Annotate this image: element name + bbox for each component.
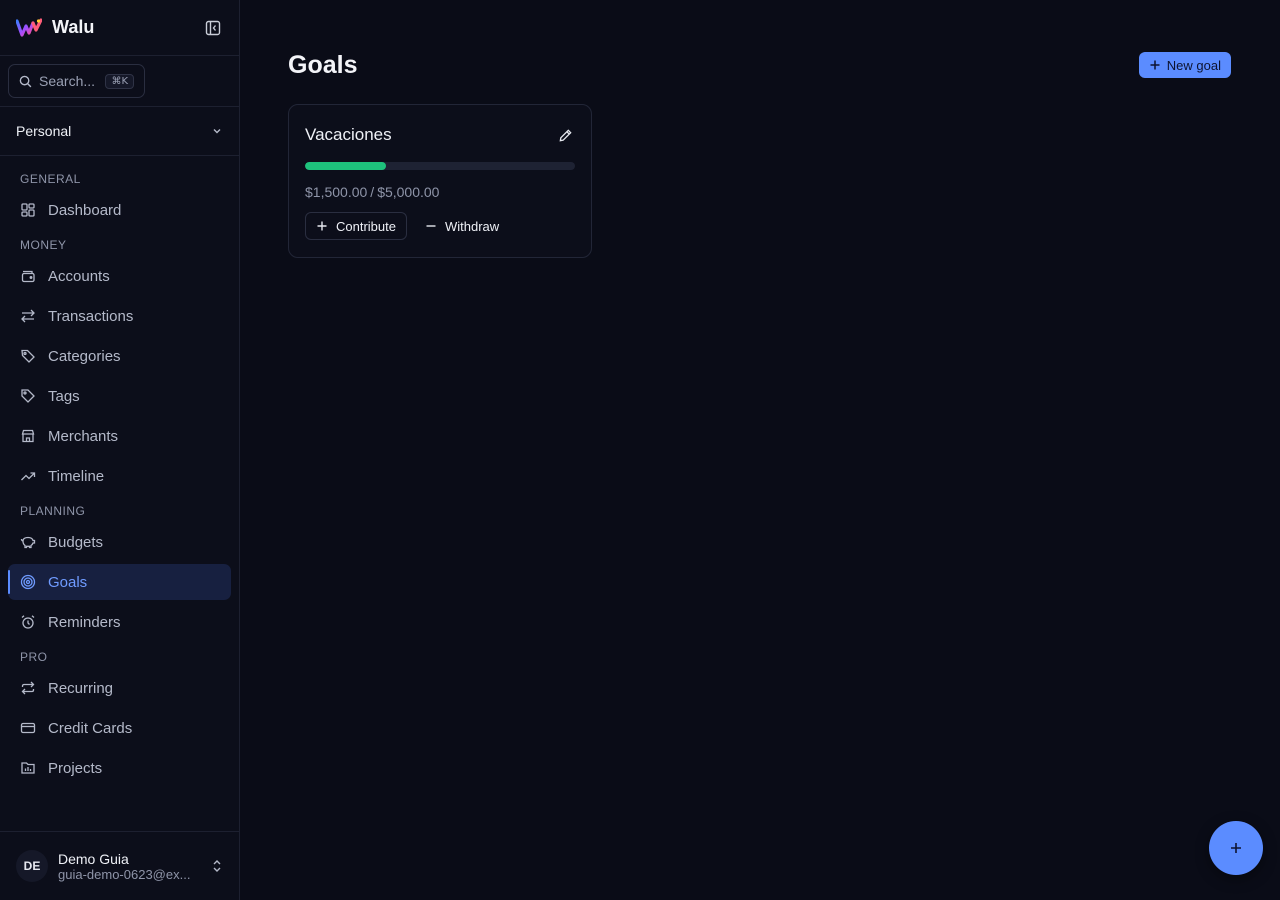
collapse-sidebar-button[interactable] bbox=[203, 18, 223, 38]
sidebar-nav: GENERAL Dashboard MONEY Accounts Transac… bbox=[0, 156, 239, 831]
target-icon bbox=[20, 574, 36, 590]
goal-progress-fill bbox=[305, 162, 386, 170]
search-input[interactable]: Search... ⌘K bbox=[8, 64, 145, 98]
avatar: DE bbox=[16, 850, 48, 882]
floating-add-button[interactable] bbox=[1209, 821, 1263, 875]
main-content: Goals New goal Vacaciones $1,500.00 / $5… bbox=[240, 0, 1280, 900]
sidebar-item-label: Budgets bbox=[48, 533, 104, 551]
sidebar-item-label: Accounts bbox=[48, 267, 110, 285]
credit-card-icon bbox=[20, 722, 36, 734]
sidebar-collapse-icon bbox=[205, 20, 221, 35]
sidebar-item-transactions[interactable]: Transactions bbox=[8, 298, 231, 334]
sidebar-item-recurring[interactable]: Recurring bbox=[8, 670, 231, 706]
sidebar-item-label: Goals bbox=[48, 573, 88, 591]
pencil-icon bbox=[559, 128, 572, 141]
sidebar-item-categories[interactable]: Categories bbox=[8, 338, 231, 374]
page-title: Goals bbox=[288, 50, 358, 79]
section-label-pro: PRO bbox=[20, 650, 48, 664]
tag-icon bbox=[21, 389, 35, 403]
goal-target-amount: $5,000.00 bbox=[377, 184, 440, 200]
sidebar-item-label: Timeline bbox=[48, 467, 105, 485]
sidebar-item-budgets[interactable]: Budgets bbox=[8, 524, 231, 560]
goal-card-header: Vacaciones bbox=[305, 123, 575, 147]
goals-grid: Vacaciones $1,500.00 / $5,000.00 Contrib… bbox=[288, 104, 1231, 258]
sidebar-item-label: Transactions bbox=[48, 307, 134, 325]
workspace-selector[interactable]: Personal bbox=[0, 107, 239, 156]
section-label-general: GENERAL bbox=[20, 172, 81, 186]
goal-progress-bar bbox=[305, 162, 575, 170]
search-placeholder: Search... bbox=[39, 73, 96, 89]
search-shortcut-badge: ⌘K bbox=[105, 73, 134, 89]
store-icon bbox=[21, 429, 35, 443]
sidebar-item-label: Categories bbox=[48, 347, 121, 365]
search-container: Search... ⌘K bbox=[0, 56, 239, 107]
sidebar-item-label: Reminders bbox=[48, 613, 121, 631]
walu-logo-icon bbox=[16, 17, 42, 37]
withdraw-label: Withdraw bbox=[444, 218, 500, 234]
page-header: Goals New goal bbox=[288, 48, 1231, 82]
sidebar-item-label: Tags bbox=[48, 387, 80, 405]
arrows-exchange-icon bbox=[21, 309, 35, 323]
chevron-down-icon bbox=[213, 129, 221, 134]
plus-icon bbox=[1150, 60, 1160, 70]
contribute-label: Contribute bbox=[336, 218, 396, 234]
chevron-up-down-icon bbox=[213, 860, 221, 872]
sidebar-item-label: Credit Cards bbox=[48, 719, 133, 737]
goal-actions: Contribute Withdraw bbox=[305, 212, 575, 240]
minus-icon bbox=[426, 225, 436, 227]
repeat-icon bbox=[21, 681, 35, 695]
contribute-button[interactable]: Contribute bbox=[305, 212, 407, 240]
piggy-bank-icon bbox=[20, 536, 36, 549]
new-goal-button[interactable]: New goal bbox=[1138, 52, 1231, 78]
user-email: guia-demo-0623@ex... bbox=[58, 866, 191, 882]
sidebar-item-accounts[interactable]: Accounts bbox=[8, 258, 231, 294]
sidebar-item-label: Dashboard bbox=[48, 201, 122, 219]
search-icon bbox=[19, 75, 32, 87]
brand-header: Walu bbox=[0, 0, 239, 56]
app-name: Walu bbox=[52, 17, 95, 37]
new-goal-label: New goal bbox=[1166, 57, 1221, 73]
wallet-icon bbox=[21, 270, 35, 283]
goal-amounts: $1,500.00 / $5,000.00 bbox=[305, 184, 575, 200]
sidebar-item-reminders[interactable]: Reminders bbox=[8, 604, 231, 640]
sidebar-item-tags[interactable]: Tags bbox=[8, 378, 231, 414]
plus-icon bbox=[1231, 843, 1241, 853]
dashboard-icon bbox=[21, 203, 35, 217]
goal-card: Vacaciones $1,500.00 / $5,000.00 Contrib… bbox=[288, 104, 592, 258]
tags-icon bbox=[21, 349, 35, 363]
sidebar-item-label: Recurring bbox=[48, 679, 114, 697]
user-meta: Demo Guia guia-demo-0623@ex... bbox=[58, 851, 201, 882]
trending-up-icon bbox=[21, 472, 36, 481]
sidebar: Walu Search... ⌘K Personal GENERAL Dashb… bbox=[0, 0, 240, 900]
sidebar-item-label: Merchants bbox=[48, 427, 119, 445]
folder-chart-icon bbox=[21, 762, 35, 774]
withdraw-button[interactable]: Withdraw bbox=[415, 212, 509, 240]
user-menu[interactable]: DE Demo Guia guia-demo-0623@ex... bbox=[0, 831, 239, 900]
sidebar-item-label: Projects bbox=[48, 759, 103, 777]
alarm-clock-icon bbox=[21, 615, 35, 629]
section-label-money: MONEY bbox=[20, 238, 67, 252]
workspace-name: Personal bbox=[16, 123, 72, 139]
edit-goal-button[interactable] bbox=[555, 125, 575, 145]
sidebar-item-merchants[interactable]: Merchants bbox=[8, 418, 231, 454]
goal-amount-separator: / bbox=[370, 184, 375, 200]
goal-name: Vacaciones bbox=[305, 125, 392, 144]
sidebar-item-projects[interactable]: Projects bbox=[8, 750, 231, 786]
goal-current-amount: $1,500.00 bbox=[305, 184, 368, 200]
user-name: Demo Guia bbox=[58, 850, 129, 867]
plus-icon bbox=[317, 221, 327, 231]
sidebar-item-credit-cards[interactable]: Credit Cards bbox=[8, 710, 231, 746]
sidebar-item-goals[interactable]: Goals bbox=[8, 564, 231, 600]
sidebar-item-dashboard[interactable]: Dashboard bbox=[8, 192, 231, 228]
app-root: Walu Search... ⌘K Personal GENERAL Dashb… bbox=[0, 0, 1280, 900]
section-label-planning: PLANNING bbox=[20, 504, 86, 518]
sidebar-item-timeline[interactable]: Timeline bbox=[8, 458, 231, 494]
